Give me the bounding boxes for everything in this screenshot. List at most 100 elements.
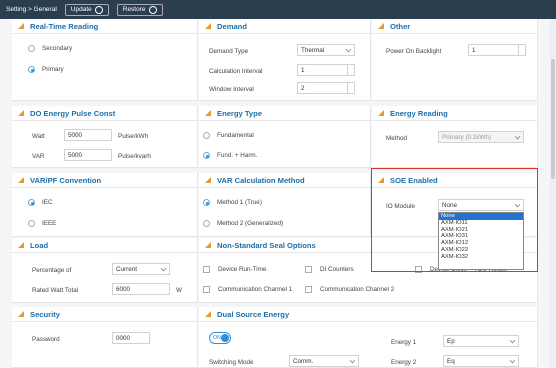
section-marker-icon	[205, 311, 211, 317]
check-device-runtime[interactable]: Device Run-Time	[203, 266, 266, 273]
update-button[interactable]: Update	[64, 3, 109, 16]
radio-label: Primary	[42, 66, 64, 73]
panel-load: Load Percentage of Current Rated Watt To…	[12, 238, 198, 303]
panel-security: Security Password 0000	[12, 307, 198, 368]
radio-method2[interactable]: Method 2 (Generalized)	[203, 220, 283, 227]
radio-iec[interactable]: IEC	[28, 199, 53, 206]
dual-source-toggle[interactable]: ON	[209, 332, 231, 344]
dropdown-option[interactable]: None	[439, 213, 523, 220]
radio-secondary[interactable]: Secondary	[28, 45, 72, 52]
calc-interval-input[interactable]: 1	[297, 64, 355, 76]
panel-energy-reading: Energy Reading Method Primary (0.1kWh)	[372, 106, 538, 168]
panel-title: Load	[30, 240, 49, 250]
check-comm-channel-1[interactable]: Communication Channel 1	[203, 286, 292, 293]
panel-energy-type: Energy Type Fundamental Fund. + Harm.	[199, 106, 371, 168]
panel-title: Real-Time Reading	[30, 21, 99, 31]
demand-type-select[interactable]: Thermal	[297, 44, 355, 56]
watt-label: Watt	[32, 133, 45, 140]
radio-icon	[28, 66, 35, 73]
panel-demand: Demand Demand Type Thermal Calculation I…	[199, 19, 371, 101]
rated-watt-unit: W	[176, 287, 182, 294]
checkbox-icon	[203, 266, 210, 273]
panel-title: Other	[390, 21, 411, 31]
chevron-down-icon	[349, 357, 356, 364]
dropdown-option[interactable]: AXM-IO21	[439, 227, 523, 234]
backlight-input[interactable]: 1	[468, 44, 526, 56]
backlight-label: Power On Backlight	[386, 48, 442, 55]
stepper[interactable]	[347, 83, 354, 93]
panel-title: DO Energy Pulse Const	[30, 108, 116, 118]
select-value: Primary (0.1kWh)	[442, 133, 491, 141]
breadcrumb: Setting > General	[6, 6, 57, 13]
section-marker-icon	[18, 23, 24, 29]
calc-interval-label: Calculation Interval	[209, 68, 263, 75]
window-interval-input[interactable]: 2	[297, 82, 355, 94]
chevron-down-icon	[509, 357, 516, 364]
radio-primary[interactable]: Primary	[28, 66, 64, 73]
panel-title: Security	[30, 309, 60, 319]
radio-icon	[203, 152, 210, 159]
percentage-select[interactable]: Current	[112, 263, 170, 275]
radio-label: Secondary	[42, 45, 73, 52]
input-value: 6000	[116, 285, 131, 293]
chevron-down-icon	[345, 46, 352, 53]
radio-fund-harm[interactable]: Fund. + Harm.	[203, 152, 257, 159]
panel-realtime-reading: Real-Time Reading Secondary Primary	[12, 19, 198, 101]
dropdown-option[interactable]: AXM-IO12	[439, 240, 523, 247]
method-select[interactable]: Primary (0.1kWh)	[438, 131, 524, 143]
section-marker-icon	[18, 110, 24, 116]
password-input[interactable]: 0000	[112, 332, 150, 344]
dropdown-option[interactable]: AXM-IO22	[439, 247, 523, 254]
panel-do-pulse: DO Energy Pulse Const Watt 5000 Pulse/kW…	[12, 106, 198, 168]
radio-label: IEC	[42, 199, 53, 206]
section-marker-icon	[205, 177, 211, 183]
input-value: 2	[301, 84, 305, 92]
panel-other: Other Power On Backlight 1	[372, 19, 538, 101]
percentage-label: Percentage of	[32, 267, 72, 274]
check-di-counters[interactable]: DI Counters	[305, 266, 354, 273]
scrollbar-thumb[interactable]	[551, 59, 555, 179]
dropdown-option[interactable]: AXM-IO11	[439, 220, 523, 227]
watt-input[interactable]: 5000	[64, 129, 112, 141]
restore-button[interactable]: Restore	[116, 3, 163, 16]
restore-icon	[148, 5, 157, 14]
check-comm-channel-2[interactable]: Communication Channel 2	[305, 286, 394, 293]
panel-title: Energy Reading	[390, 108, 448, 118]
radio-label: Fund. + Harm.	[217, 152, 258, 159]
section-marker-icon	[205, 110, 211, 116]
panel-varpf: VAR/PF Convention IEC IEEE	[12, 173, 198, 237]
select-value: Current	[116, 265, 137, 273]
section-marker-icon	[378, 23, 384, 29]
energy2-label: Energy 2	[391, 359, 417, 366]
select-value: Ep	[447, 337, 455, 345]
io-module-dropdown[interactable]: None AXM-IO11 AXM-IO21 AXM-IO31 AXM-IO12…	[438, 212, 524, 270]
radio-label: Method 1 (True)	[217, 199, 262, 206]
panel-var-calc: VAR Calculation Method Method 1 (True) M…	[199, 173, 371, 237]
switching-mode-select[interactable]: Comm.	[289, 355, 359, 367]
chevron-down-icon	[160, 265, 167, 272]
stepper[interactable]	[518, 45, 525, 55]
radio-icon	[28, 45, 35, 52]
radio-ieee[interactable]: IEEE	[28, 220, 56, 227]
select-value: Eq	[447, 357, 455, 365]
dropdown-option[interactable]: AXM-IO32	[439, 254, 523, 261]
radio-method1[interactable]: Method 1 (True)	[203, 199, 262, 206]
panel-title: VAR Calculation Method	[217, 175, 305, 185]
energy1-select[interactable]: Ep	[443, 335, 519, 347]
toggle-label: ON	[213, 335, 221, 341]
window-interval-label: Window Interval	[209, 86, 254, 93]
checkbox-icon	[305, 286, 312, 293]
checkbox-label: Communication Channel 2	[320, 286, 395, 293]
radio-fundamental[interactable]: Fundamental	[203, 132, 254, 139]
input-value: 1	[472, 46, 476, 54]
dropdown-option[interactable]: AXM-IO31	[439, 233, 523, 240]
energy2-select[interactable]: Eq	[443, 355, 519, 367]
demand-type-label: Demand Type	[209, 48, 249, 55]
radio-icon	[28, 199, 35, 206]
scrollbar[interactable]	[550, 19, 556, 368]
stepper[interactable]	[347, 65, 354, 75]
rated-watt-input[interactable]: 6000	[112, 283, 170, 295]
var-input[interactable]: 5000	[64, 149, 112, 161]
section-marker-icon	[205, 242, 211, 248]
refresh-icon	[94, 5, 103, 14]
